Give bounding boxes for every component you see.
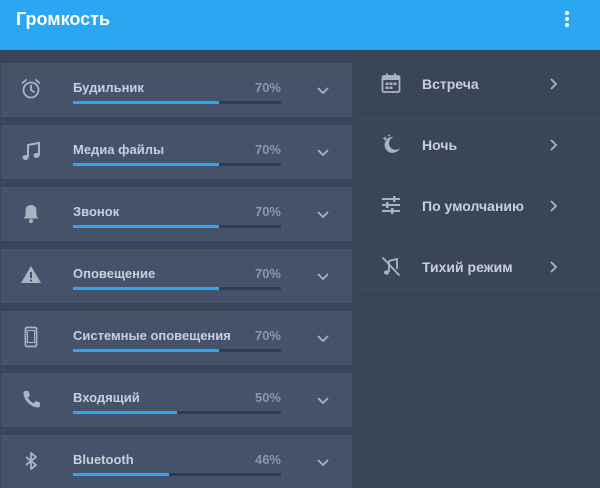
chevron-down-icon[interactable] (315, 392, 331, 408)
volume-channel-bluetooth[interactable]: Bluetooth 46% (0, 434, 353, 488)
phone-device-icon (24, 326, 38, 348)
profile-label: Встреча (422, 76, 479, 92)
volume-slider[interactable] (73, 349, 281, 352)
volume-level-text: 46% (254, 452, 281, 467)
volume-level-text: 70% (254, 266, 281, 281)
volume-slider[interactable] (73, 287, 281, 290)
chevron-right-icon (550, 200, 558, 212)
volume-slider[interactable] (73, 225, 281, 228)
profile-label: Тихий режим (422, 259, 513, 275)
warning-icon (21, 266, 41, 283)
profile-label: Ночь (422, 137, 458, 153)
volume-slider-fill (73, 225, 219, 228)
profile-label: По умолчанию (422, 198, 524, 214)
volume-level-text: 50% (254, 390, 281, 405)
volume-slider-fill (73, 473, 169, 476)
volume-slider[interactable] (73, 473, 281, 476)
volume-slider[interactable] (73, 411, 281, 414)
profile-item-night[interactable]: Ночь (359, 113, 600, 174)
volume-channel-list: Будильник 70% Медиа файлы 70% Звонок 70%… (0, 62, 354, 488)
volume-level-text: 70% (254, 328, 281, 343)
equalizer-sliders-icon (382, 196, 400, 214)
volume-app: Громкость Будильник 70% Медиа файлы 70% … (0, 0, 600, 488)
music-note-icon (22, 141, 40, 160)
chevron-down-icon[interactable] (315, 144, 331, 160)
volume-level-text: 70% (254, 204, 281, 219)
volume-channel-alarm[interactable]: Будильник 70% (0, 62, 353, 118)
chevron-right-icon (550, 139, 558, 151)
chevron-down-icon[interactable] (315, 454, 331, 470)
mute-icon (382, 257, 400, 276)
profile-item-default[interactable]: По умолчанию (359, 174, 600, 235)
bluetooth-icon (25, 452, 37, 470)
volume-slider-fill (73, 411, 177, 414)
more-vert-icon[interactable] (560, 9, 574, 29)
phone-call-icon (23, 391, 40, 408)
bell-icon (23, 205, 39, 223)
volume-slider[interactable] (73, 101, 281, 104)
page-title: Громкость (16, 9, 111, 29)
volume-channel-ringtone[interactable]: Звонок 70% (0, 186, 353, 242)
alarm-clock-icon (21, 79, 41, 99)
chevron-right-icon (550, 78, 558, 90)
volume-channel-system[interactable]: Системные оповещения 70% (0, 310, 353, 366)
chevron-right-icon (550, 261, 558, 273)
chevron-down-icon[interactable] (315, 330, 331, 346)
volume-channel-media[interactable]: Медиа файлы 70% (0, 124, 353, 180)
volume-channel-label: Оповещение (73, 266, 156, 281)
volume-channel-incoming[interactable]: Входящий 50% (0, 372, 353, 428)
volume-slider-fill (73, 163, 219, 166)
chevron-down-icon[interactable] (315, 206, 331, 222)
profile-list: Встреча Ночь По умолчанию Тихий режим (359, 52, 600, 488)
volume-slider-fill (73, 287, 219, 290)
volume-channel-label: Звонок (73, 204, 120, 219)
moon-stars-icon (382, 134, 400, 153)
profile-item-silent[interactable]: Тихий режим (359, 235, 600, 296)
volume-channel-notification[interactable]: Оповещение 70% (0, 248, 353, 304)
app-bar: Громкость (0, 0, 600, 50)
calendar-icon (381, 73, 401, 93)
volume-channel-label: Входящий (73, 390, 140, 405)
volume-channel-label: Будильник (73, 80, 144, 95)
volume-slider[interactable] (73, 163, 281, 166)
chevron-down-icon[interactable] (315, 82, 331, 98)
chevron-down-icon[interactable] (315, 268, 331, 284)
volume-level-text: 70% (254, 80, 281, 95)
profile-item-meeting[interactable]: Встреча (359, 52, 600, 113)
volume-channel-label: Медиа файлы (73, 142, 165, 157)
volume-level-text: 70% (254, 142, 281, 157)
volume-slider-fill (73, 349, 219, 352)
volume-slider-fill (73, 101, 219, 104)
volume-channel-label: Bluetooth (73, 452, 134, 467)
volume-channel-label: Системные оповещения (73, 328, 231, 343)
